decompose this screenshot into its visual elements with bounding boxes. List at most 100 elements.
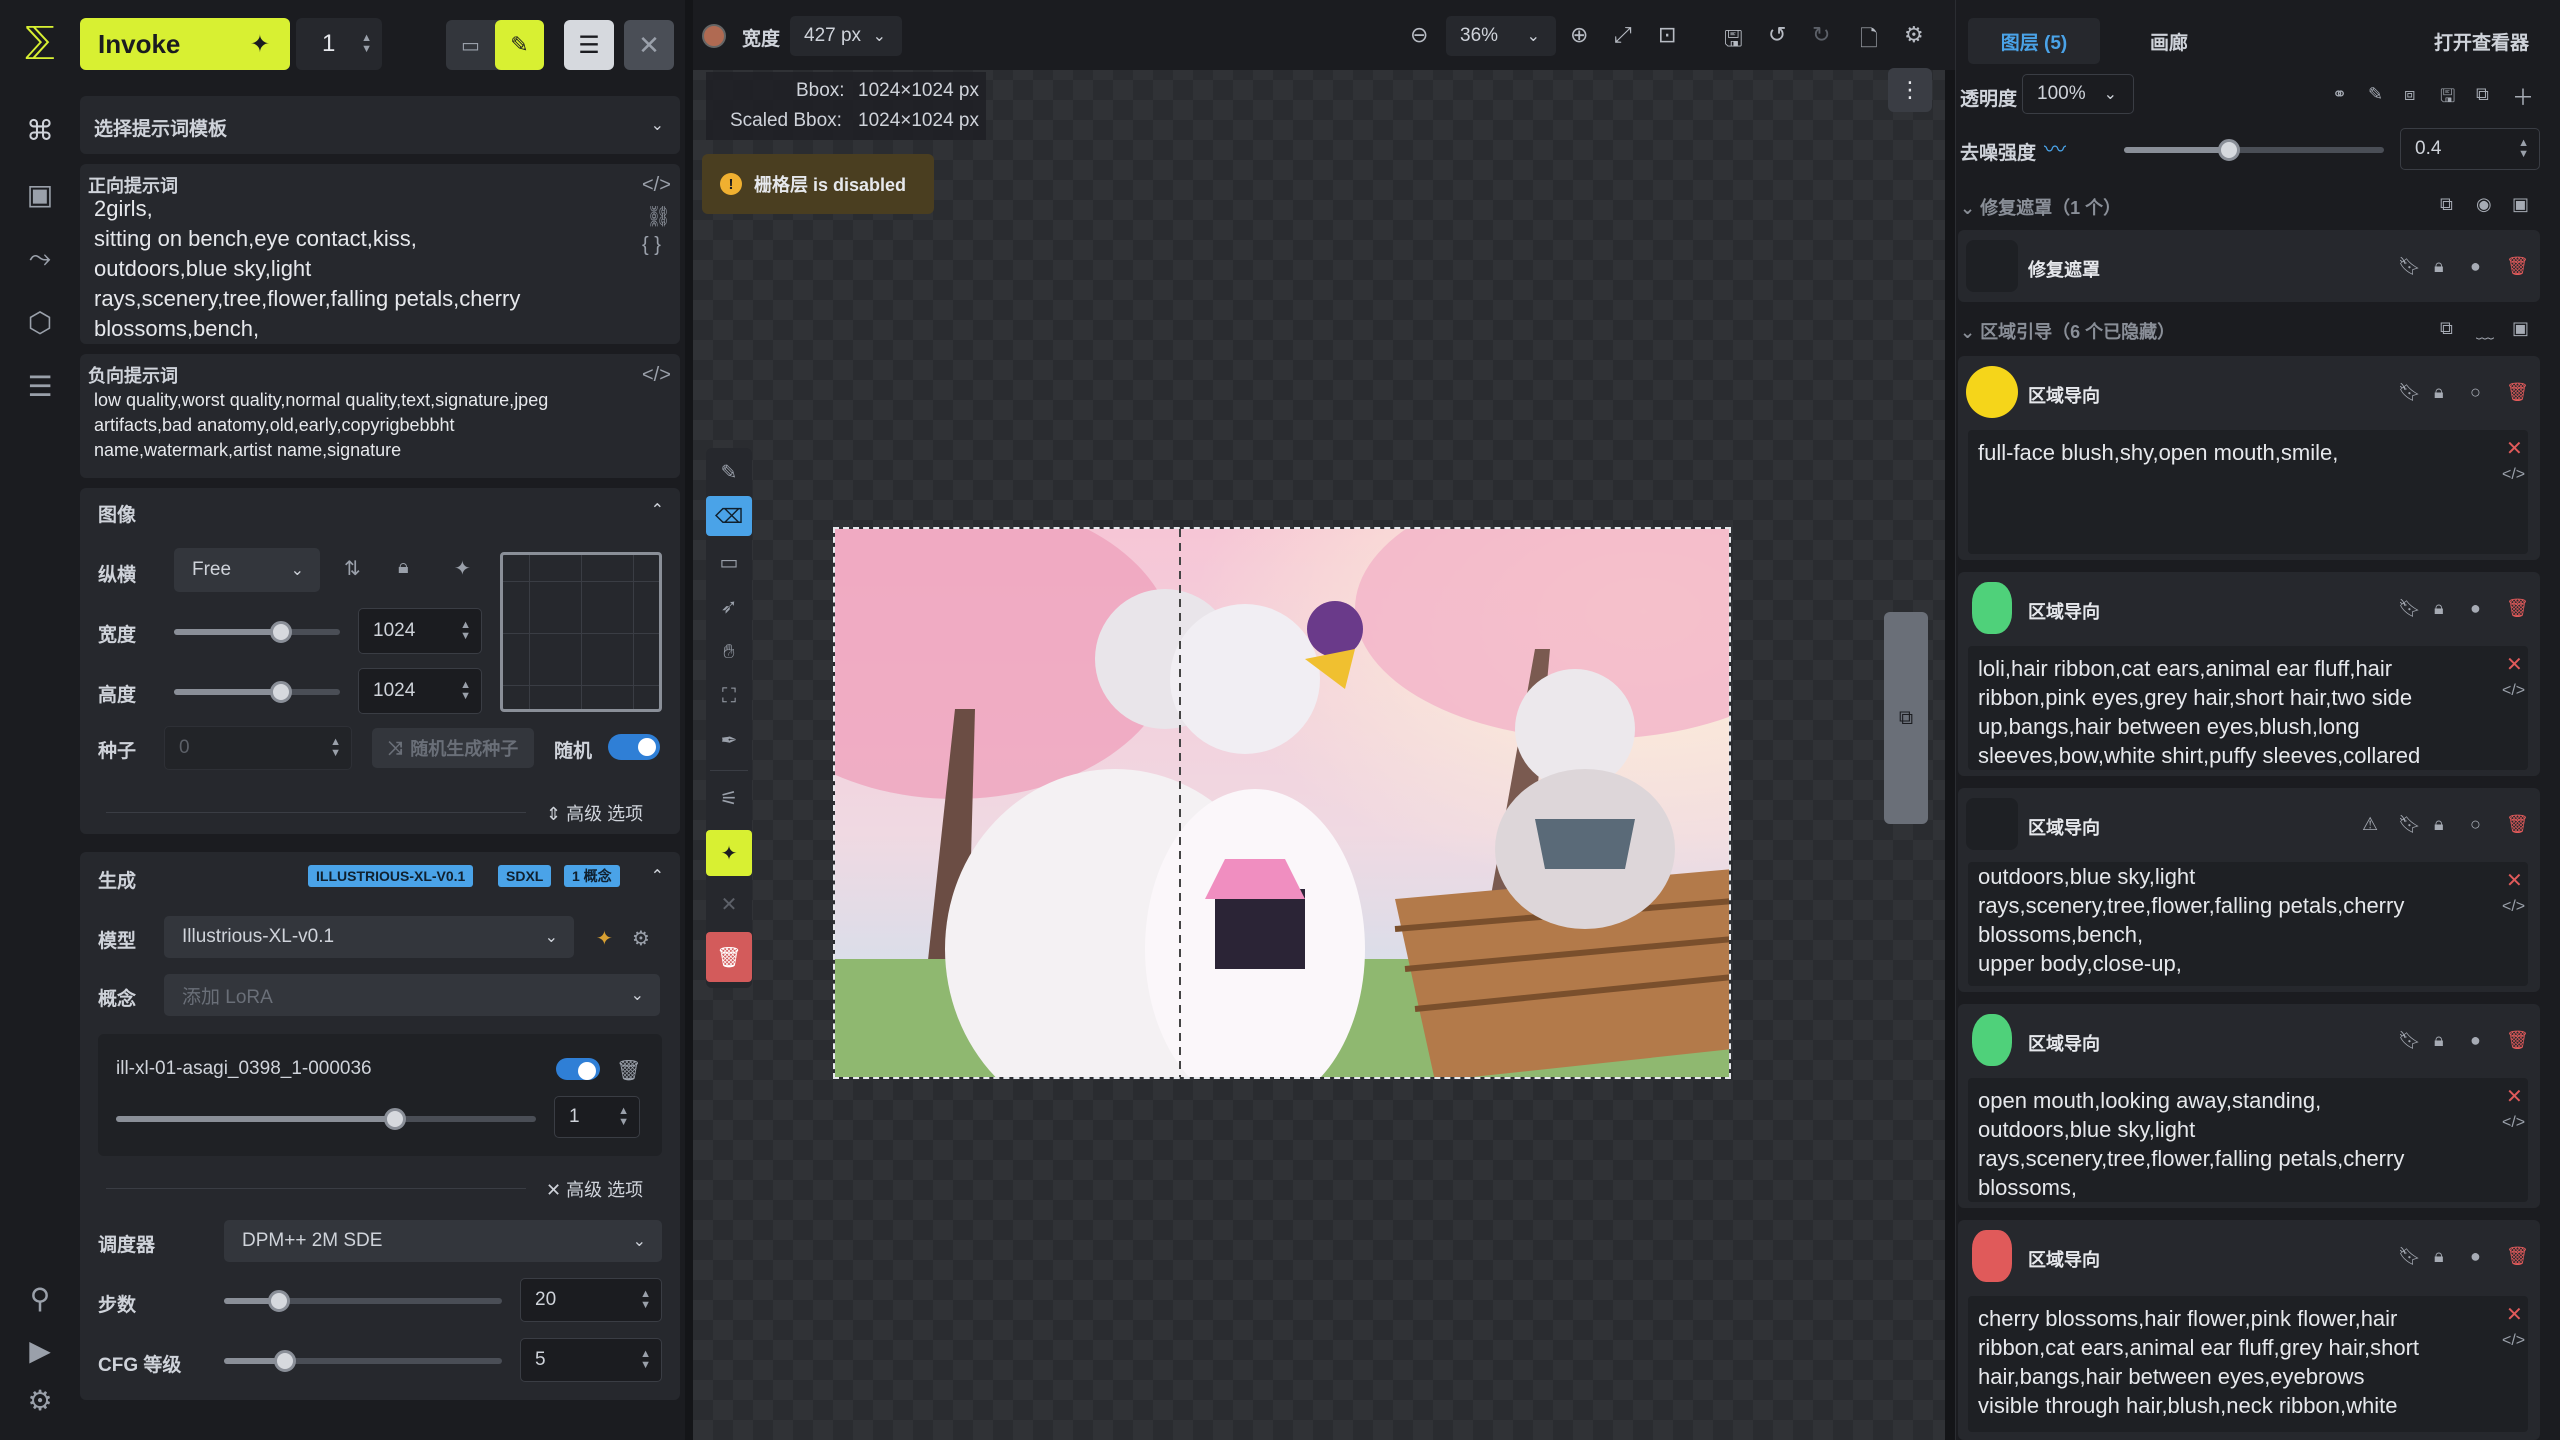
scheduler-select[interactable]: DPM++ 2M SDE ⌄: [224, 1220, 662, 1262]
layers-icon[interactable]: ⧉: [2440, 194, 2453, 215]
bbox-fit-icon[interactable]: ⊡: [1658, 22, 1676, 48]
queue-stepper[interactable]: ▲ ▼: [361, 33, 372, 55]
advanced-options-toggle[interactable]: ✕ 高级 选项: [546, 1176, 643, 1202]
canvas-icon[interactable]: ⌘: [22, 112, 58, 148]
brush-color-swatch[interactable]: [702, 24, 726, 48]
negative-prompt-input[interactable]: low quality,worst quality,normal quality…: [94, 388, 674, 478]
panel-resizer[interactable]: [1945, 0, 1955, 1440]
denoise-input[interactable]: 0.4 ▲ ▼: [2400, 128, 2540, 170]
pin-icon[interactable]: ✎: [2368, 84, 2383, 105]
region-group-header[interactable]: ⌄ 区域引导（6 个已隐藏）: [1960, 318, 2175, 344]
crop-icon[interactable]: ⧈: [2404, 84, 2415, 105]
dot-icon[interactable]: ●: [2470, 1030, 2481, 1051]
width-stepper[interactable]: ▲ ▼: [460, 620, 471, 642]
square-icon[interactable]: ▣: [2512, 318, 2529, 339]
lora-select[interactable]: 添加 LoRA ⌄: [164, 974, 660, 1016]
trash-icon[interactable]: 🗑︎: [2506, 814, 2529, 835]
gear-icon[interactable]: ⚙: [632, 926, 650, 951]
lightbulb-icon[interactable]: ⚲: [22, 1280, 58, 1316]
code-icon[interactable]: </>: [2502, 682, 2525, 700]
sparkle-icon[interactable]: ✦: [706, 830, 752, 876]
bbox-icon[interactable]: ⛶: [706, 676, 752, 716]
lock-icon[interactable]: 🔒︎: [398, 556, 409, 579]
copy-icon[interactable]: ⧉: [2476, 84, 2489, 105]
sparkle-icon[interactable]: ✦: [596, 926, 613, 951]
width-input[interactable]: 1024 ▲ ▼: [358, 608, 482, 654]
brush-width-select[interactable]: 427 px ⌄: [790, 16, 902, 56]
close-icon[interactable]: ✕: [2506, 1084, 2523, 1109]
bookmark-icon[interactable]: 🔖︎: [2398, 814, 2421, 835]
open-viewer-button[interactable]: 打开查看器: [2434, 28, 2529, 55]
brush-icon[interactable]: ✎: [706, 452, 752, 492]
hidden-eye-icon[interactable]: ﹏: [2476, 318, 2494, 344]
circle-icon[interactable]: ○: [2470, 382, 2481, 403]
add-icon[interactable]: ＋: [2512, 80, 2534, 112]
code-icon[interactable]: </>: [2502, 898, 2525, 916]
save-icon[interactable]: 🖫︎: [2440, 84, 2455, 114]
invoke-button[interactable]: Invoke ✦: [80, 18, 290, 70]
merge-icon[interactable]: ⚭: [2332, 84, 2347, 105]
dot-icon[interactable]: ●: [2470, 256, 2481, 277]
eraser-icon[interactable]: ⌫: [706, 496, 752, 536]
region-prompt-input[interactable]: cherry blossoms,hair flower,pink flower,…: [1968, 1296, 2528, 1432]
rectangle-icon[interactable]: ▭: [706, 542, 752, 582]
width-slider[interactable]: [174, 621, 340, 643]
bookmark-icon[interactable]: 🔖︎: [2398, 256, 2421, 277]
canvas-image[interactable]: [833, 527, 1731, 1079]
code-icon[interactable]: </>: [2502, 1114, 2525, 1132]
trash-icon[interactable]: 🗑︎: [2506, 1030, 2529, 1051]
steps-slider[interactable]: [224, 1290, 502, 1312]
denoise-slider[interactable]: [2124, 139, 2384, 161]
prompt-template-select[interactable]: 选择提示词模板 ⌄: [80, 96, 680, 154]
positive-prompt-input[interactable]: 2girls, sitting on bench,eye contact,kis…: [84, 194, 624, 340]
aspect-select[interactable]: Free ⌄: [174, 548, 320, 592]
workflow-icon[interactable]: ⤳: [22, 240, 58, 276]
adjust-icon[interactable]: ⚟: [706, 778, 752, 818]
code-icon[interactable]: </>: [2502, 466, 2525, 484]
lock-icon[interactable]: 🔒︎: [2434, 1030, 2444, 1051]
cfg-slider[interactable]: [224, 1350, 502, 1372]
seed-stepper[interactable]: ▲ ▼: [330, 737, 341, 759]
settings-icon[interactable]: ⚙: [22, 1382, 58, 1418]
square-icon[interactable]: ▣: [2512, 194, 2529, 215]
region-prompt-input[interactable]: full-face blush,shy,open mouth,smile,: [1968, 430, 2528, 554]
file-icon[interactable]: 🗋︎: [1860, 22, 1878, 60]
close-icon[interactable]: ✕: [2506, 1302, 2523, 1327]
braces-icon[interactable]: { }: [642, 234, 661, 257]
zoom-in-icon[interactable]: ⊕: [1570, 22, 1588, 48]
model-icon[interactable]: ⬡: [22, 304, 58, 340]
undo-icon[interactable]: ↺: [1768, 22, 1786, 48]
region-prompt-input[interactable]: open mouth,looking away,standing, outdoo…: [1968, 1078, 2528, 1202]
queue-icon[interactable]: ☰: [22, 368, 58, 404]
tab-gallery[interactable]: 画廊: [2150, 28, 2188, 55]
random-toggle[interactable]: [608, 734, 660, 760]
trash-icon[interactable]: 🗑︎: [2506, 382, 2529, 403]
zoom-select[interactable]: 36% ⌄: [1446, 16, 1556, 56]
lora-weight-stepper[interactable]: ▲ ▼: [618, 1106, 629, 1128]
menu-button[interactable]: ☰: [564, 20, 614, 70]
right-panel-handle[interactable]: ⧉: [1884, 612, 1928, 824]
fit-icon[interactable]: ⤢: [1614, 22, 1632, 48]
model-select[interactable]: Illustrious-XL-v0.1 ⌄: [164, 916, 574, 958]
code-icon[interactable]: </>: [642, 364, 671, 387]
lock-icon[interactable]: 🔒︎: [2434, 1246, 2444, 1267]
close-icon[interactable]: ✕: [2506, 652, 2523, 677]
swap-icon[interactable]: ⇅: [344, 556, 361, 581]
code-icon[interactable]: </>: [2502, 1332, 2525, 1350]
opacity-select[interactable]: 100% ⌄: [2022, 74, 2134, 114]
sparkle-icon[interactable]: ✦: [454, 556, 471, 581]
height-input[interactable]: 1024 ▲ ▼: [358, 668, 482, 714]
cfg-input[interactable]: 5 ▲ ▼: [520, 1338, 662, 1382]
redo-icon[interactable]: ↻: [1812, 22, 1830, 48]
lock-icon[interactable]: 🔒︎: [2434, 598, 2444, 619]
trash-icon[interactable]: 🗑︎: [706, 932, 752, 982]
circle-icon[interactable]: ○: [2470, 814, 2481, 835]
dot-icon[interactable]: ●: [2470, 1246, 2481, 1267]
height-slider[interactable]: [174, 681, 340, 703]
lock-icon[interactable]: 🔒︎: [2434, 814, 2444, 835]
chevron-up-icon[interactable]: ⌃: [651, 500, 664, 520]
panel-resizer[interactable]: [685, 0, 693, 1440]
link-icon[interactable]: ⛓: [646, 204, 671, 229]
seed-input[interactable]: 0 ▲ ▼: [164, 726, 352, 770]
region-prompt-input[interactable]: outdoors,blue sky,light rays,scenery,tre…: [1968, 862, 2528, 986]
